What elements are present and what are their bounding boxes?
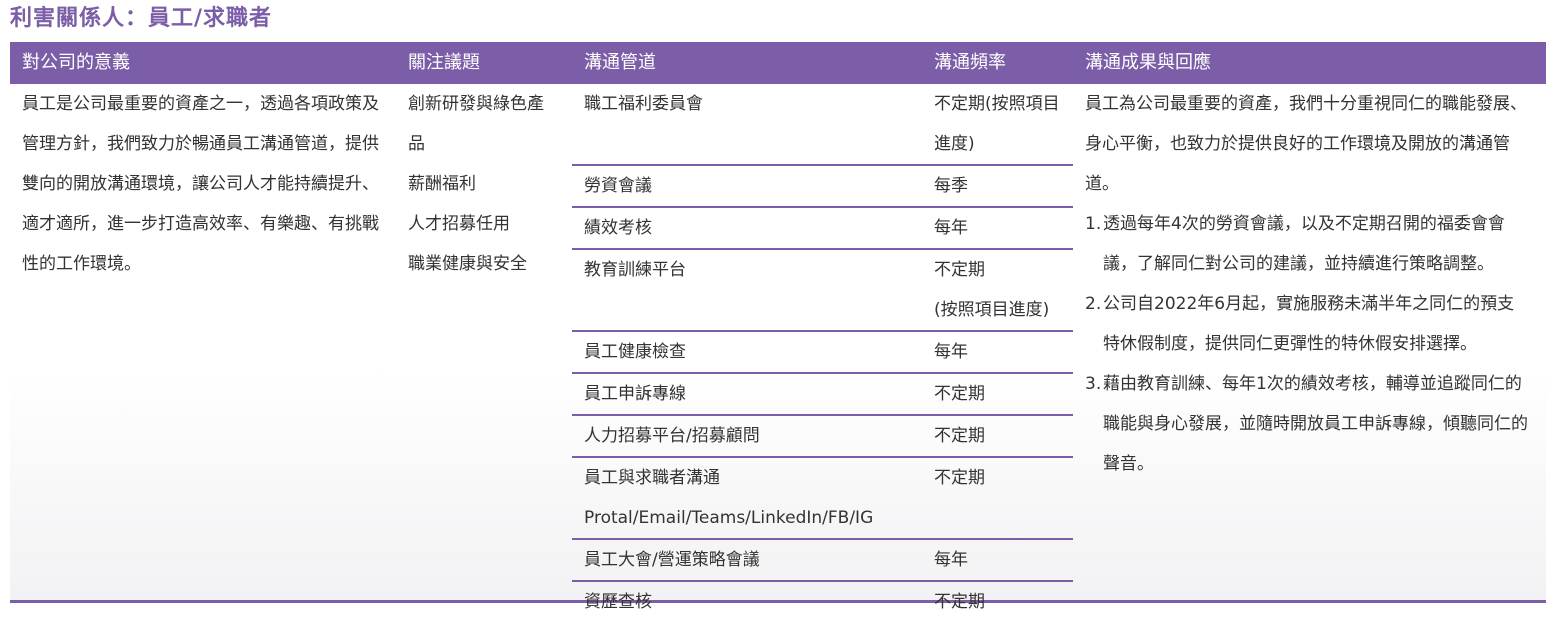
channel-row: 職工福利委員會 不定期(按照項目進度) <box>572 84 1073 166</box>
results-item: 1. 透過每年4次的勞資會議，以及不定期召開的福委會會議，了解同仁對公司的建議，… <box>1085 204 1528 284</box>
stakeholder-table: 對公司的意義 關注議題 溝通管道 溝通頻率 溝通成果與回應 員工是公司最重要的資… <box>10 42 1546 612</box>
channel-row: 資歷查核 不定期 <box>572 582 1073 622</box>
channel-name: 績效考核 <box>584 218 652 238</box>
results-list: 1. 透過每年4次的勞資會議，以及不定期召開的福委會會議，了解同仁對公司的建議，… <box>1085 204 1528 484</box>
channel-name-line: Protal/Email/Teams/LinkedIn/FB/IG <box>584 508 874 528</box>
channel-row: 教育訓練平台 不定期 (按照項目進度) <box>572 250 1073 332</box>
channel-row: 員工健康檢查 每年 <box>572 332 1073 374</box>
channel-name: 員工大會/營運策略會議 <box>584 550 760 570</box>
results-item-text: 透過每年4次的勞資會議，以及不定期召開的福委會會議，了解同仁對公司的建議，並持續… <box>1103 214 1505 274</box>
channels-list: 職工福利委員會 不定期(按照項目進度) 勞資會議 每季 績效考核 每年 教育訓練… <box>572 84 1073 622</box>
channel-frequency-line: (按照項目進度) <box>934 300 1050 320</box>
results-item-number: 3. <box>1085 374 1102 394</box>
channel-name-line: 員工與求職者溝通 <box>584 468 720 488</box>
topic-item: 薪酬福利 <box>408 174 476 194</box>
channel-frequency: 不定期 <box>934 468 985 488</box>
channel-row: 員工申訴專線 不定期 <box>572 374 1073 416</box>
channel-row: 勞資會議 每季 <box>572 166 1073 208</box>
channel-name: 員工健康檢查 <box>584 342 686 362</box>
results-item: 2. 公司自2022年6月起，實施服務未滿半年之同仁的預支特休假制度，提供同仁更… <box>1085 284 1528 364</box>
channel-row: 人力招募平台/招募顧問 不定期 <box>572 416 1073 458</box>
meaning-cell: 員工是公司最重要的資產之一，透過各項政策及管理方針，我們致力於暢通員工溝通管道，… <box>22 94 379 274</box>
page-title: 利害關係人：員工/求職者 <box>10 6 273 31</box>
channel-row: 績效考核 每年 <box>572 208 1073 250</box>
channel-frequency: 每季 <box>934 176 968 196</box>
header-results: 溝通成果與回應 <box>1085 52 1211 73</box>
topic-item: 人才招募任用 <box>408 214 510 234</box>
results-cell: 員工為公司最重要的資產，我們十分重視同仁的職能發展、身心平衡，也致力於提供良好的… <box>1073 84 1546 484</box>
results-item-text: 藉由教育訓練、每年1次的績效考核，輔導並追蹤同仁的職能與身心發展，並隨時開放員工… <box>1103 374 1528 474</box>
header-meaning: 對公司的意義 <box>22 52 130 73</box>
results-item-number: 1. <box>1085 214 1102 234</box>
topic-item: 職業健康與安全 <box>408 254 527 274</box>
topics-cell: 創新研發與綠色產品 薪酬福利 人才招募任用 職業健康與安全 <box>396 84 572 284</box>
channel-frequency: 不定期 <box>934 426 985 446</box>
channel-frequency: 不定期(按照項目進度) <box>934 94 1060 154</box>
channel-name: 員工申訴專線 <box>584 384 686 404</box>
channel-name: 職工福利委員會 <box>584 94 703 114</box>
channel-frequency: 不定期 (按照項目進度) <box>922 250 1073 330</box>
channel-frequency: 不定期 <box>934 592 985 612</box>
results-intro: 員工為公司最重要的資產，我們十分重視同仁的職能發展、身心平衡，也致力於提供良好的… <box>1085 94 1527 194</box>
header-topics: 關注議題 <box>408 52 480 73</box>
channel-name: 教育訓練平台 <box>584 260 686 280</box>
results-item-number: 2. <box>1085 294 1102 314</box>
channel-frequency: 不定期 <box>934 384 985 404</box>
table-header: 對公司的意義 關注議題 溝通管道 溝通頻率 溝通成果與回應 <box>10 42 1546 84</box>
channel-frequency: 每年 <box>934 550 968 570</box>
topic-item: 創新研發與綠色產品 <box>408 94 544 154</box>
channel-name: 勞資會議 <box>584 176 652 196</box>
table-body: 員工是公司最重要的資產之一，透過各項政策及管理方針，我們致力於暢通員工溝通管道，… <box>10 84 1546 612</box>
channel-name: 員工與求職者溝通 Protal/Email/Teams/LinkedIn/FB/… <box>572 458 922 538</box>
channel-frequency: 每年 <box>934 218 968 238</box>
results-item: 3. 藉由教育訓練、每年1次的績效考核，輔導並追蹤同仁的職能與身心發展，並隨時開… <box>1085 364 1528 484</box>
header-channels: 溝通管道 <box>584 52 656 73</box>
channel-name: 資歷查核 <box>584 592 652 612</box>
header-frequency: 溝通頻率 <box>934 52 1006 73</box>
channel-row: 員工大會/營運策略會議 每年 <box>572 540 1073 582</box>
results-item-text: 公司自2022年6月起，實施服務未滿半年之同仁的預支特休假制度，提供同仁更彈性的… <box>1103 294 1515 354</box>
channel-row: 員工與求職者溝通 Protal/Email/Teams/LinkedIn/FB/… <box>572 458 1073 540</box>
channel-name: 人力招募平台/招募顧問 <box>584 426 760 446</box>
channel-frequency: 每年 <box>934 342 968 362</box>
channel-frequency-line: 不定期 <box>934 260 985 280</box>
